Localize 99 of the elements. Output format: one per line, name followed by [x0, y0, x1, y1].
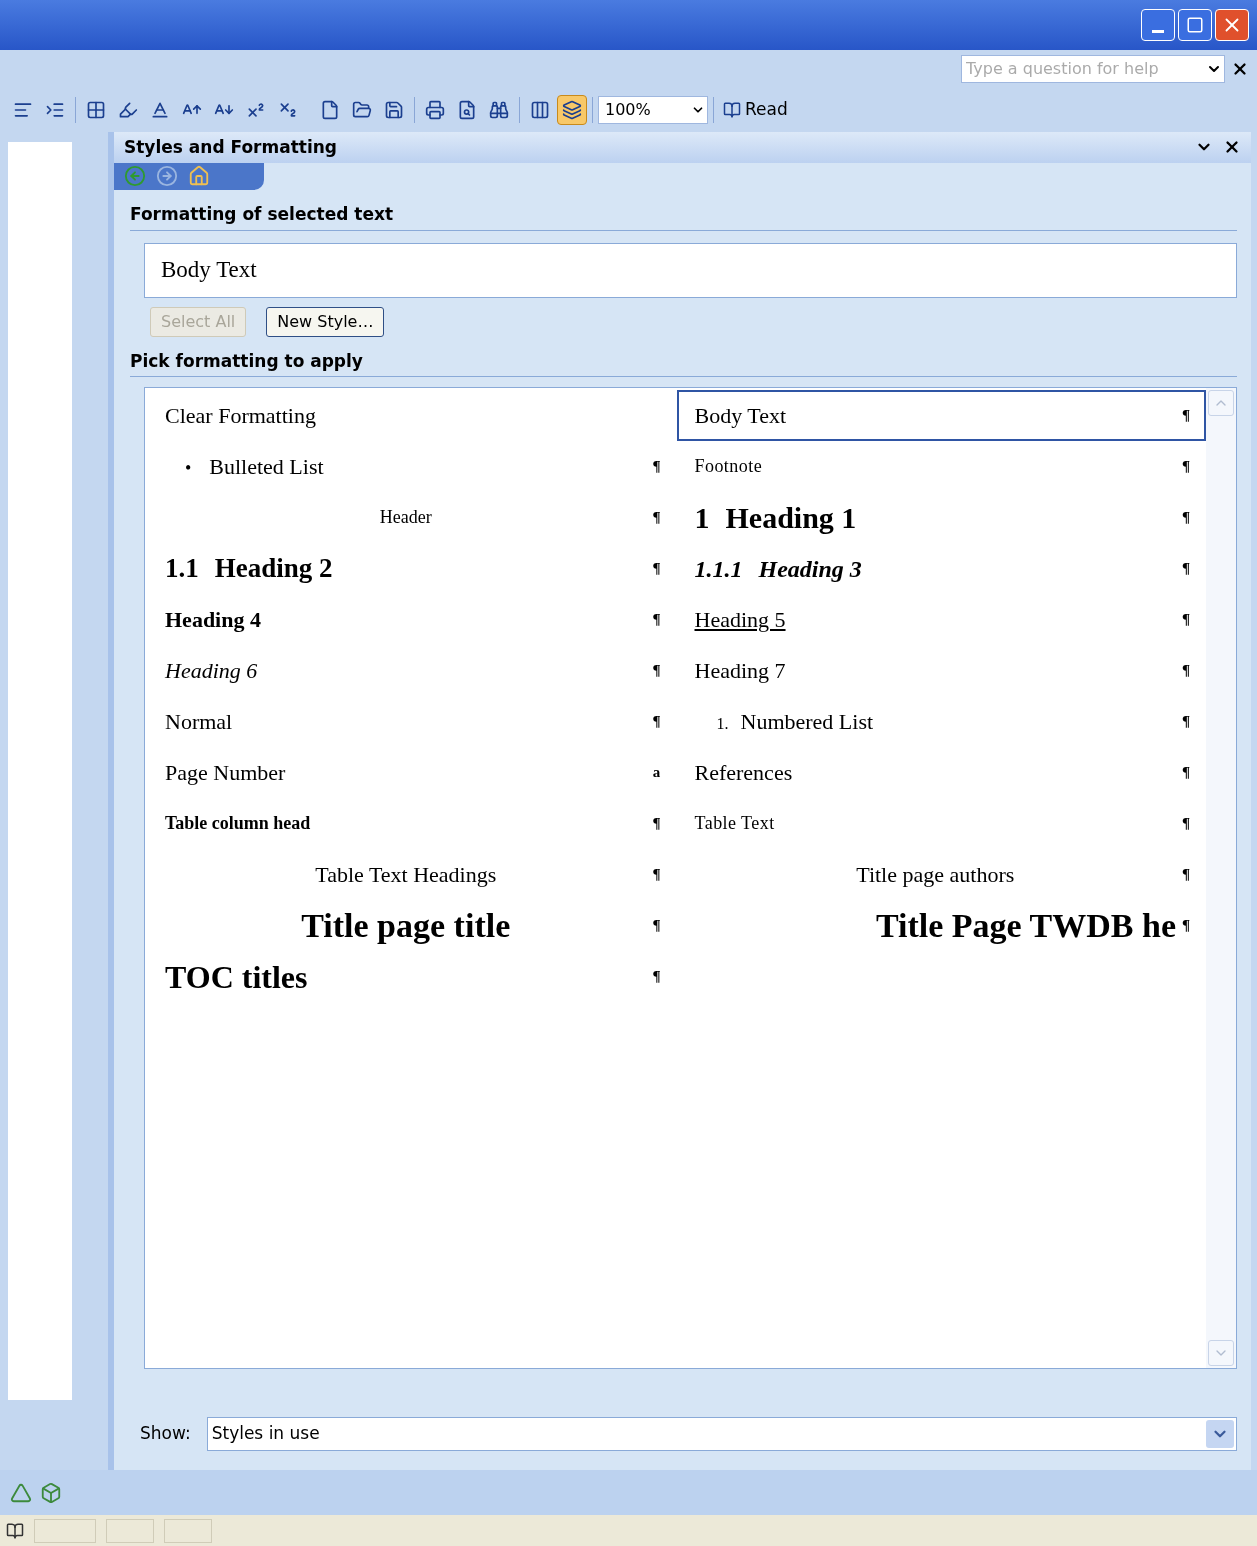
paragraph-mark: ¶	[651, 814, 662, 834]
paragraph-mark: ¶	[1180, 559, 1192, 579]
style-item[interactable]: References ¶	[676, 747, 1206, 799]
style-item[interactable]: Page Number a	[147, 747, 677, 799]
spelling-icon	[6, 1521, 24, 1540]
section-title: Pick formatting to apply	[130, 348, 1237, 378]
style-number: 1	[694, 500, 711, 537]
paragraph-mark: ¶	[651, 457, 662, 477]
paragraph-mark: ¶	[1180, 916, 1192, 936]
read-button[interactable]: Read	[719, 95, 792, 125]
style-name: Page Number	[165, 759, 286, 788]
pane-title: Styles and Formatting	[124, 135, 339, 159]
style-name: Heading 3	[758, 554, 862, 584]
style-item[interactable]: 1.1.1 Heading 3 ¶	[676, 543, 1206, 595]
style-item[interactable]: Heading 5 ¶	[676, 594, 1206, 646]
style-number: 1.1	[165, 552, 200, 586]
style-item[interactable]: TOC titles ¶	[147, 951, 677, 1003]
style-item[interactable]: Normal ¶	[147, 696, 677, 748]
help-search-field[interactable]: Type a question for help	[961, 55, 1225, 83]
status-panel	[106, 1518, 154, 1543]
paragraph-mark: a	[651, 763, 662, 783]
style-number: 1.	[715, 714, 730, 735]
style-name: Table Text Headings	[315, 861, 497, 890]
maximize-icon	[1186, 16, 1204, 34]
style-name: TOC titles	[165, 957, 308, 997]
style-item[interactable]: Heading 4 ¶	[147, 594, 677, 646]
style-name: Heading 7	[694, 657, 786, 686]
paragraph-mark: ¶	[651, 610, 662, 630]
style-name: Body Text	[694, 402, 787, 431]
style-item[interactable]: Clear Formatting	[147, 390, 677, 442]
style-name: References	[694, 759, 793, 788]
paragraph-mark: ¶	[651, 559, 662, 579]
paragraph-mark: ¶	[1180, 406, 1192, 426]
minimize-icon	[1152, 29, 1164, 33]
home-icon	[188, 165, 210, 188]
style-item[interactable]: 1. Numbered List ¶	[676, 696, 1206, 748]
paragraph-mark: ¶	[651, 661, 662, 681]
style-item[interactable]: Title page title ¶	[147, 900, 677, 952]
style-item[interactable]: Body Text ¶	[676, 390, 1206, 442]
style-number: •	[184, 457, 193, 481]
style-item[interactable]: Title Page TWDB he ¶	[676, 900, 1206, 952]
style-name: Heading 4	[165, 606, 261, 635]
book-icon	[723, 101, 741, 119]
paragraph-mark: ¶	[651, 865, 662, 885]
paragraph-mark: ¶	[651, 508, 662, 528]
style-name: Heading 6	[165, 657, 258, 686]
close-icon	[1231, 60, 1249, 78]
style-name: Heading 2	[214, 552, 333, 586]
style-item[interactable]: Table Text Headings ¶	[147, 849, 677, 901]
show-dropdown[interactable]: Styles in use	[206, 1417, 1237, 1452]
style-item[interactable]: Table Text ¶	[676, 798, 1206, 850]
paragraph-mark: ¶	[1180, 661, 1192, 681]
selected-style-field: Body Text	[144, 242, 1237, 298]
paragraph-mark: ¶	[1180, 610, 1192, 630]
show-label: Show:	[140, 1422, 191, 1446]
style-name: Clear Formatting	[165, 402, 316, 431]
status-panel	[34, 1518, 96, 1543]
cube-icon	[40, 1481, 62, 1504]
section-title: Formatting of selected text	[130, 202, 1237, 231]
style-number: 1.1.1	[694, 554, 744, 584]
style-name: Numbered List	[740, 708, 874, 737]
paragraph-mark: ¶	[651, 712, 662, 732]
style-name: Title Page TWDB he	[875, 906, 1176, 947]
style-item[interactable]: 1.1 Heading 2 ¶	[147, 543, 677, 595]
status-panel	[164, 1518, 212, 1543]
zoom-field[interactable]: 100%	[598, 96, 708, 124]
minimize-button[interactable]	[1141, 9, 1175, 41]
style-name: Table Text	[694, 812, 775, 836]
style-name: Title page authors	[856, 861, 1015, 890]
style-name: Heading 1	[725, 500, 857, 537]
style-name: Normal	[165, 708, 233, 737]
style-name: Header	[379, 506, 432, 530]
paragraph-mark: ¶	[651, 916, 662, 936]
paragraph-mark: ¶	[1180, 508, 1192, 528]
style-name: Bulleted List	[209, 453, 324, 482]
style-item[interactable]: Table column head ¶	[147, 798, 677, 850]
style-item[interactable]: 1 Heading 1 ¶	[676, 492, 1206, 544]
paragraph-mark: ¶	[1180, 814, 1192, 834]
paragraph-mark: ¶	[1180, 763, 1192, 783]
pane-button[interactable]: New Style…	[266, 306, 385, 337]
back-icon	[124, 165, 146, 188]
style-item[interactable]: • Bulleted List ¶	[147, 441, 677, 493]
style-item[interactable]: Heading 6 ¶	[147, 645, 677, 697]
style-name: Heading 5	[694, 606, 786, 635]
style-item[interactable]: Title page authors ¶	[676, 849, 1206, 901]
style-name: Table column head	[165, 812, 311, 836]
forward-icon	[156, 165, 178, 188]
close-button[interactable]	[1215, 9, 1249, 41]
style-name: Title page title	[301, 906, 511, 947]
style-name: Footnote	[694, 455, 763, 479]
maximize-button[interactable]	[1178, 9, 1212, 41]
style-item[interactable]: Header ¶	[147, 492, 677, 544]
paragraph-mark: ¶	[1180, 865, 1192, 885]
style-item[interactable]: Footnote ¶	[676, 441, 1206, 493]
shape-icon	[10, 1481, 32, 1504]
style-item[interactable]: Heading 7 ¶	[676, 645, 1206, 697]
paragraph-mark: ¶	[1180, 457, 1192, 477]
paragraph-mark: ¶	[651, 967, 662, 987]
paragraph-mark: ¶	[1180, 712, 1192, 732]
